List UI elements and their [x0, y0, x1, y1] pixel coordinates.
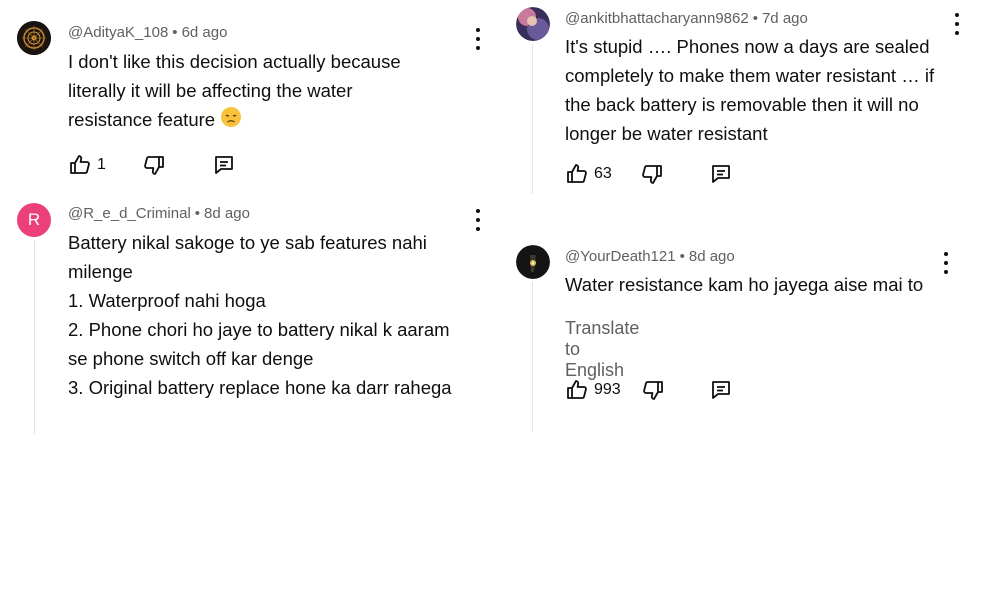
avatar[interactable] [516, 7, 550, 41]
thumbs-up-icon [565, 378, 589, 402]
like-button[interactable]: 1 [68, 153, 106, 177]
like-button[interactable]: 993 [565, 378, 621, 402]
author-name[interactable]: @AdityaK_108 [68, 24, 168, 41]
comment-meta: @AdityaK_108 • 6d ago [68, 24, 227, 41]
thumbs-down-icon [641, 378, 665, 402]
reply-button[interactable] [709, 378, 733, 402]
thread-line [532, 44, 533, 194]
translate-link[interactable]: Translate to English [565, 318, 639, 381]
like-count: 1 [97, 156, 106, 173]
comment-time: 7d ago [761, 10, 808, 27]
meta-separator: • [172, 24, 178, 41]
comment-text: Water resistance kam ho jayega aise mai … [565, 274, 924, 295]
comment-text: I don't like this decision actually beca… [68, 47, 438, 136]
more-options-icon[interactable] [471, 28, 485, 50]
avatar[interactable] [516, 245, 550, 279]
comment-line: 3. Original battery replace hone ka darr… [68, 377, 452, 398]
reply-icon [709, 162, 733, 186]
comment-actions: 63 [565, 162, 733, 186]
thumbs-up-icon [68, 153, 92, 177]
more-options-icon[interactable] [471, 209, 485, 231]
avatar[interactable] [17, 21, 51, 55]
like-button[interactable]: 63 [565, 162, 612, 186]
reply-icon [212, 153, 236, 177]
thread-line [34, 240, 35, 434]
reply-button[interactable] [212, 153, 236, 177]
reply-button[interactable] [709, 162, 733, 186]
author-name[interactable]: @R_e_d_Criminal [68, 205, 191, 222]
comment-text: It's stupid …. Phones now a days are sea… [565, 36, 935, 144]
author-name[interactable]: @YourDeath121 [565, 248, 676, 265]
meta-separator: • [194, 205, 201, 222]
disappointed-face-icon [220, 106, 242, 136]
like-count: 63 [594, 165, 612, 182]
comment-meta: @R_e_d_Criminal • 8d ago [68, 205, 250, 222]
comment-line: Battery nikal sakoge to ye sab features … [68, 232, 427, 282]
dislike-button[interactable] [641, 378, 665, 402]
comment-time: 8d ago [204, 205, 250, 222]
avatar-letter: R [27, 210, 41, 229]
thumbs-down-icon [142, 153, 166, 177]
comment-meta: @YourDeath121 • 8d ago [565, 248, 735, 265]
like-count: 993 [594, 381, 621, 398]
meta-separator: • [679, 248, 685, 265]
author-name[interactable]: @ankitbhattacharyann9862 [565, 10, 749, 27]
thumbs-up-icon [565, 162, 589, 186]
comment-time: 8d ago [688, 248, 735, 265]
reply-icon [709, 378, 733, 402]
comment-meta: @ankitbhattacharyann9862 • 7d ago [565, 10, 808, 27]
dislike-button[interactable] [142, 153, 166, 177]
thread-line [532, 282, 533, 432]
comment-time: 6d ago [181, 24, 228, 41]
thumbs-down-icon [640, 162, 664, 186]
comment-actions: 1 [68, 153, 236, 177]
comment-text: Battery nikal sakoge to ye sab features … [68, 228, 468, 402]
comment-line: 2. Phone chori ho jaye to battery nikal … [68, 319, 450, 369]
comment-actions: 993 [565, 378, 733, 402]
meta-separator: • [752, 10, 758, 27]
avatar[interactable]: R [17, 203, 51, 237]
dislike-button[interactable] [640, 162, 664, 186]
comment-line: 1. Waterproof nahi hoga [68, 290, 266, 311]
